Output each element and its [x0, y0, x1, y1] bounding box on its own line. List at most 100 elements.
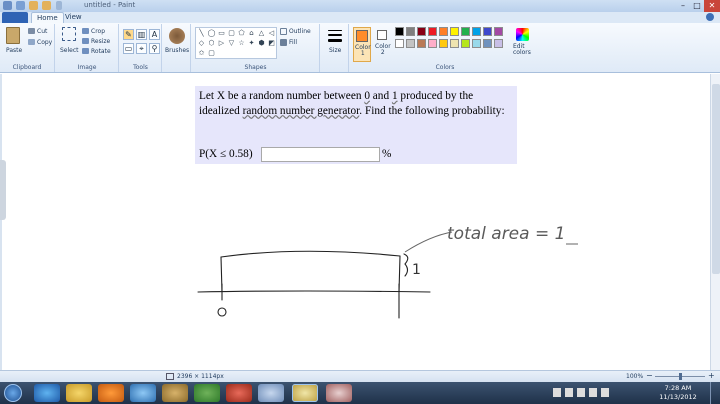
shape-icon[interactable]: ▭ [217, 29, 226, 37]
shape-icon[interactable]: ▷ [217, 39, 226, 47]
palette-swatch[interactable] [417, 27, 426, 36]
fill-bucket-icon[interactable]: ▥ [136, 29, 147, 40]
zoom-slider-thumb[interactable] [679, 373, 682, 380]
palette-swatch[interactable] [494, 27, 503, 36]
system-tray-icons[interactable] [553, 388, 613, 398]
taskbar-app-icon[interactable] [326, 384, 352, 402]
tray-icon[interactable] [553, 388, 561, 397]
cut-icon[interactable] [28, 28, 35, 34]
shape-icon[interactable]: ✩ [197, 49, 206, 57]
rotate-icon[interactable] [82, 48, 89, 54]
taskbar-app-icon[interactable] [130, 384, 156, 402]
media-player-icon[interactable] [98, 384, 124, 402]
magnifier-icon[interactable]: ⚲ [149, 43, 160, 54]
shape-icon[interactable]: ◇ [197, 39, 206, 47]
customize-quick-access-icon[interactable] [56, 1, 62, 10]
tray-icon[interactable] [577, 388, 585, 397]
taskbar-app-icon[interactable] [226, 384, 252, 402]
crop-button[interactable]: Crop [91, 28, 105, 35]
rotate-button[interactable]: Rotate [91, 48, 111, 55]
file-explorer-icon[interactable] [66, 384, 92, 402]
paste-icon[interactable] [6, 27, 20, 44]
palette-swatch[interactable] [395, 39, 404, 48]
shape-icon[interactable]: ▢ [227, 29, 236, 37]
shape-icon[interactable]: ☆ [237, 39, 246, 47]
select-button[interactable]: Select [60, 47, 79, 54]
shape-icon[interactable]: ◁ [267, 29, 276, 37]
palette-swatch[interactable] [494, 39, 503, 48]
show-desktop-button[interactable] [710, 382, 720, 404]
zoom-out-button[interactable]: − [646, 371, 653, 380]
eraser-icon[interactable]: ▭ [123, 43, 134, 54]
palette-swatch[interactable] [417, 39, 426, 48]
tab-view[interactable]: View [60, 12, 87, 23]
edit-colors-icon[interactable] [516, 28, 529, 41]
network-icon[interactable] [589, 388, 597, 397]
help-icon[interactable] [706, 13, 714, 21]
fill-dropdown[interactable]: Fill [289, 39, 297, 46]
palette-swatch[interactable] [395, 27, 404, 36]
close-button[interactable]: ✕ [704, 0, 720, 12]
palette-swatch[interactable] [406, 27, 415, 36]
crop-icon[interactable] [82, 28, 89, 34]
file-menu-button[interactable] [2, 12, 28, 23]
shape-icon[interactable]: △ [257, 29, 266, 37]
palette-swatch[interactable] [439, 39, 448, 48]
shape-icon[interactable]: ⌂ [247, 29, 256, 37]
outline-icon[interactable] [280, 28, 287, 35]
color1-button[interactable]: Color 1 [353, 27, 371, 62]
edit-colors-button[interactable]: Edit colors [513, 44, 531, 56]
redo-quick-icon[interactable] [42, 1, 51, 10]
select-icon[interactable] [62, 27, 76, 41]
outline-dropdown[interactable]: Outline [289, 28, 311, 35]
color2-button[interactable]: Color 2 [374, 27, 392, 62]
shape-icon[interactable]: ✦ [247, 39, 256, 47]
palette-swatch[interactable] [461, 39, 470, 48]
paste-button[interactable]: Paste [6, 47, 22, 54]
tray-icon[interactable] [565, 388, 573, 397]
copy-icon[interactable] [28, 39, 35, 45]
cut-button[interactable]: Cut [37, 28, 47, 35]
zoom-in-button[interactable]: + [708, 371, 715, 380]
start-button[interactable] [4, 384, 22, 402]
shape-icon[interactable]: ⬡ [207, 39, 216, 47]
palette-swatch[interactable] [428, 27, 437, 36]
shape-icon[interactable]: ╲ [197, 29, 206, 37]
vertical-scroll-thumb[interactable] [712, 84, 720, 274]
taskbar-app-icon[interactable] [194, 384, 220, 402]
taskbar-app-icon[interactable] [162, 384, 188, 402]
text-tool-icon[interactable]: A [149, 29, 160, 40]
shape-icon[interactable]: ▢ [207, 49, 216, 57]
palette-swatch[interactable] [483, 27, 492, 36]
paint-taskbar-icon[interactable] [292, 384, 318, 402]
shape-icon[interactable]: ⬠ [237, 29, 246, 37]
paint-app-icon[interactable] [3, 1, 12, 10]
pencil-icon[interactable]: ✎ [123, 29, 134, 40]
palette-swatch[interactable] [472, 39, 481, 48]
palette-swatch[interactable] [439, 27, 448, 36]
shape-icon[interactable]: ◯ [207, 29, 216, 37]
copy-button[interactable]: Copy [37, 39, 52, 46]
undo-quick-icon[interactable] [29, 1, 38, 10]
palette-swatch[interactable] [450, 39, 459, 48]
maximize-button[interactable]: □ [690, 0, 704, 12]
color-picker-icon[interactable]: ⌖ [136, 43, 147, 54]
palette-swatch[interactable] [483, 39, 492, 48]
minimize-button[interactable]: – [676, 0, 690, 12]
save-quick-icon[interactable] [16, 1, 25, 10]
internet-explorer-icon[interactable] [34, 384, 60, 402]
palette-swatch[interactable] [450, 27, 459, 36]
resize-button[interactable]: Resize [91, 38, 110, 45]
vertical-scrollbar[interactable] [710, 74, 720, 370]
taskbar-app-icon[interactable] [258, 384, 284, 402]
palette-swatch[interactable] [461, 27, 470, 36]
shape-icon[interactable]: ▽ [227, 39, 236, 47]
shape-icon[interactable]: ⬢ [257, 39, 266, 47]
palette-swatch[interactable] [428, 39, 437, 48]
taskbar-clock[interactable]: 7:28 AM 11/13/2012 [656, 384, 700, 402]
resize-icon[interactable] [82, 38, 89, 44]
volume-icon[interactable] [601, 388, 609, 397]
brushes-icon[interactable] [169, 28, 185, 44]
fill-icon[interactable] [280, 39, 287, 46]
tab-home[interactable]: Home [31, 12, 64, 23]
